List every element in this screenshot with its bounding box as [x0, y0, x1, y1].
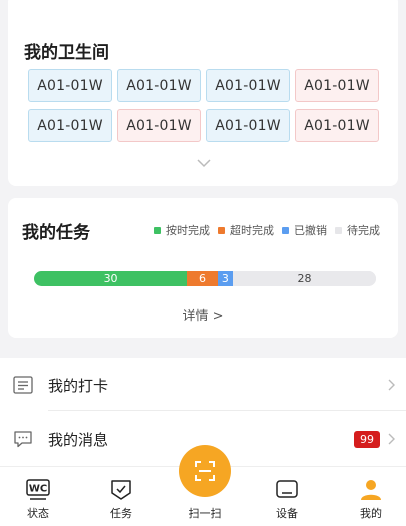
wc-icon: WC: [26, 479, 50, 500]
chevron-right-icon: [388, 433, 395, 445]
tab-device-label: 设备: [276, 507, 298, 520]
details-link[interactable]: 详情 >: [0, 305, 406, 324]
progress-segment-ontime: 30: [34, 271, 188, 286]
toilet-cell[interactable]: A01-01W: [117, 69, 201, 102]
tab-device[interactable]: 设备: [257, 478, 317, 521]
wc-icon-text: WC: [29, 484, 47, 495]
progress-segment-pending: 28: [233, 271, 376, 286]
tab-task[interactable]: 任务: [91, 478, 151, 521]
scan-button[interactable]: [179, 445, 231, 497]
list-icon: [13, 376, 33, 394]
progress-segment-label: 6: [198, 272, 206, 285]
chat-icon: [14, 431, 32, 448]
legend-item: 待完成: [335, 222, 380, 238]
legend-label: 待完成: [347, 224, 380, 237]
list-item-label: 我的打卡: [48, 376, 109, 395]
list-divider: [48, 410, 406, 411]
scan-icon: [195, 461, 215, 481]
device-icon: [276, 480, 298, 498]
tab-status[interactable]: WC 状态: [8, 478, 68, 521]
legend-swatch: [282, 226, 289, 234]
tasks-title: 我的任务: [22, 223, 90, 243]
unread-badge: 99: [354, 430, 380, 448]
shield-check-icon: [111, 480, 131, 500]
progress-segment-label: 28: [297, 272, 312, 285]
tab-mine[interactable]: 我的: [341, 478, 401, 521]
legend-item: 超时完成: [218, 222, 274, 238]
progress-segment-cancelled: 3: [217, 271, 234, 286]
tab-status-label: 状态: [27, 507, 49, 520]
tab-scan-label: 扫一扫: [188, 507, 222, 520]
toilet-cell[interactable]: A01-01W: [206, 69, 290, 102]
legend-swatch: [218, 226, 225, 234]
progress-segment-overtime: 6: [187, 271, 218, 286]
list-item-label: 我的消息: [48, 430, 109, 449]
toilet-cell[interactable]: A01-01W: [117, 109, 201, 142]
legend-item: 按时完成: [154, 222, 210, 238]
tasks-legend: 按时完成 超时完成 已撤销 待完成: [154, 222, 380, 238]
tab-task-label: 任务: [110, 507, 132, 520]
tab-mine-label: 我的: [360, 507, 382, 520]
toilet-cell[interactable]: A01-01W: [206, 109, 290, 142]
toilet-cell[interactable]: A01-01W: [295, 69, 379, 102]
chevron-down-icon[interactable]: [197, 158, 211, 168]
legend-label: 超时完成: [230, 224, 274, 237]
toilets-title: 我的卫生间: [24, 43, 109, 63]
list-item-checkin[interactable]: 我的打卡: [0, 360, 406, 410]
legend-label: 按时完成: [166, 224, 210, 237]
legend-swatch: [335, 226, 342, 234]
toilets-grid: A01-01W A01-01W A01-01W A01-01W A01-01W A01-0…: [28, 69, 380, 142]
progress-segment-label: 30: [103, 272, 118, 285]
user-icon: [361, 480, 381, 500]
toilet-cell[interactable]: A01-01W: [28, 109, 112, 142]
legend-swatch: [154, 226, 161, 234]
legend-item: 已撤销: [282, 222, 327, 238]
progress-segment-label: 3: [221, 272, 229, 285]
tasks-progress-bar: 30 6 3 28: [34, 271, 376, 286]
toilet-cell[interactable]: A01-01W: [28, 69, 112, 102]
toilet-cell[interactable]: A01-01W: [295, 109, 379, 142]
chevron-right-icon: [388, 379, 395, 391]
legend-label: 已撤销: [294, 224, 327, 237]
